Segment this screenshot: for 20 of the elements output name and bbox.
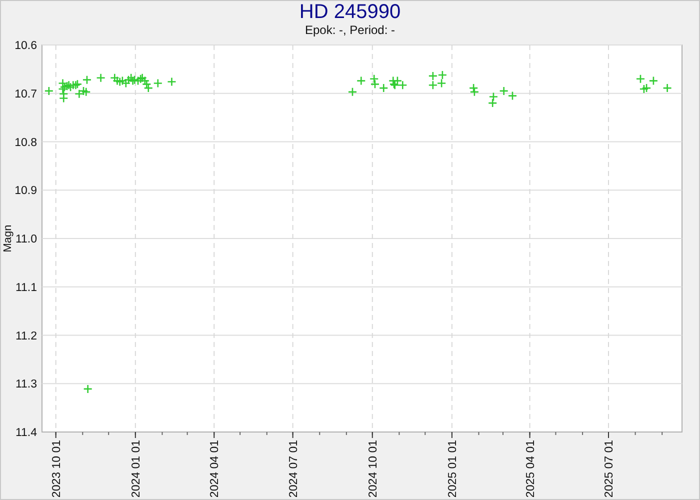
- y-axis-label: Magn: [2, 224, 14, 252]
- x-tick-label: 2025 04 01: [524, 440, 537, 498]
- y-tick-label: 11.2: [15, 330, 37, 342]
- y-tick-label: 11.4: [15, 427, 37, 439]
- x-tick-label: 2024 04 01: [209, 440, 222, 498]
- y-tick-label: 11.0: [15, 234, 37, 246]
- chart-title: HD 245990: [299, 1, 401, 23]
- y-tick-label: 11.1: [15, 282, 37, 294]
- y-tick-label: 10.7: [14, 88, 37, 100]
- y-tick-label: 10.9: [14, 185, 37, 198]
- y-tick-label: 10.6: [14, 40, 37, 52]
- x-tick-label: 2025 07 01: [603, 440, 616, 498]
- x-tick-label: 2024 01 01: [130, 440, 142, 498]
- x-tick-label: 2023 10 01: [50, 440, 63, 498]
- x-tick-label: 2024 10 01: [367, 440, 380, 498]
- y-tick-label: 11.3: [15, 378, 37, 391]
- chart-subtitle: Epok: -, Period: -: [304, 23, 396, 37]
- x-tick-label: 2025 01 01: [446, 440, 459, 498]
- y-tick-label: 10.8: [14, 136, 37, 149]
- x-tick-label: 2024 07 01: [288, 440, 300, 498]
